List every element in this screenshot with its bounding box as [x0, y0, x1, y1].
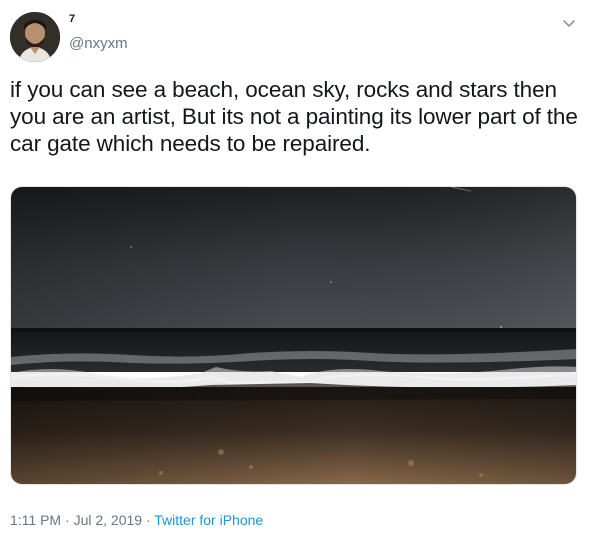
tweet-meta: 1:11 PM · Jul 2, 2019 · Twitter for iPho…: [10, 512, 263, 528]
tweet-card: 7 @nxyxm if you can see a beach, ocean s…: [0, 0, 589, 536]
tweet-text: if you can see a beach, ocean sky, rocks…: [10, 77, 578, 156]
author-display-name[interactable]: 7: [69, 13, 75, 25]
author-handle[interactable]: @nxyxm: [69, 35, 128, 52]
tweet-date[interactable]: Jul 2, 2019: [74, 512, 143, 528]
meta-separator: ·: [61, 512, 74, 528]
chevron-down-icon[interactable]: [559, 16, 579, 32]
avatar[interactable]: [10, 12, 60, 62]
tweet-photo[interactable]: [10, 186, 577, 485]
tweet-time[interactable]: 1:11 PM: [10, 512, 61, 528]
meta-separator: ·: [142, 512, 155, 528]
tweet-source-link[interactable]: Twitter for iPhone: [154, 512, 263, 528]
